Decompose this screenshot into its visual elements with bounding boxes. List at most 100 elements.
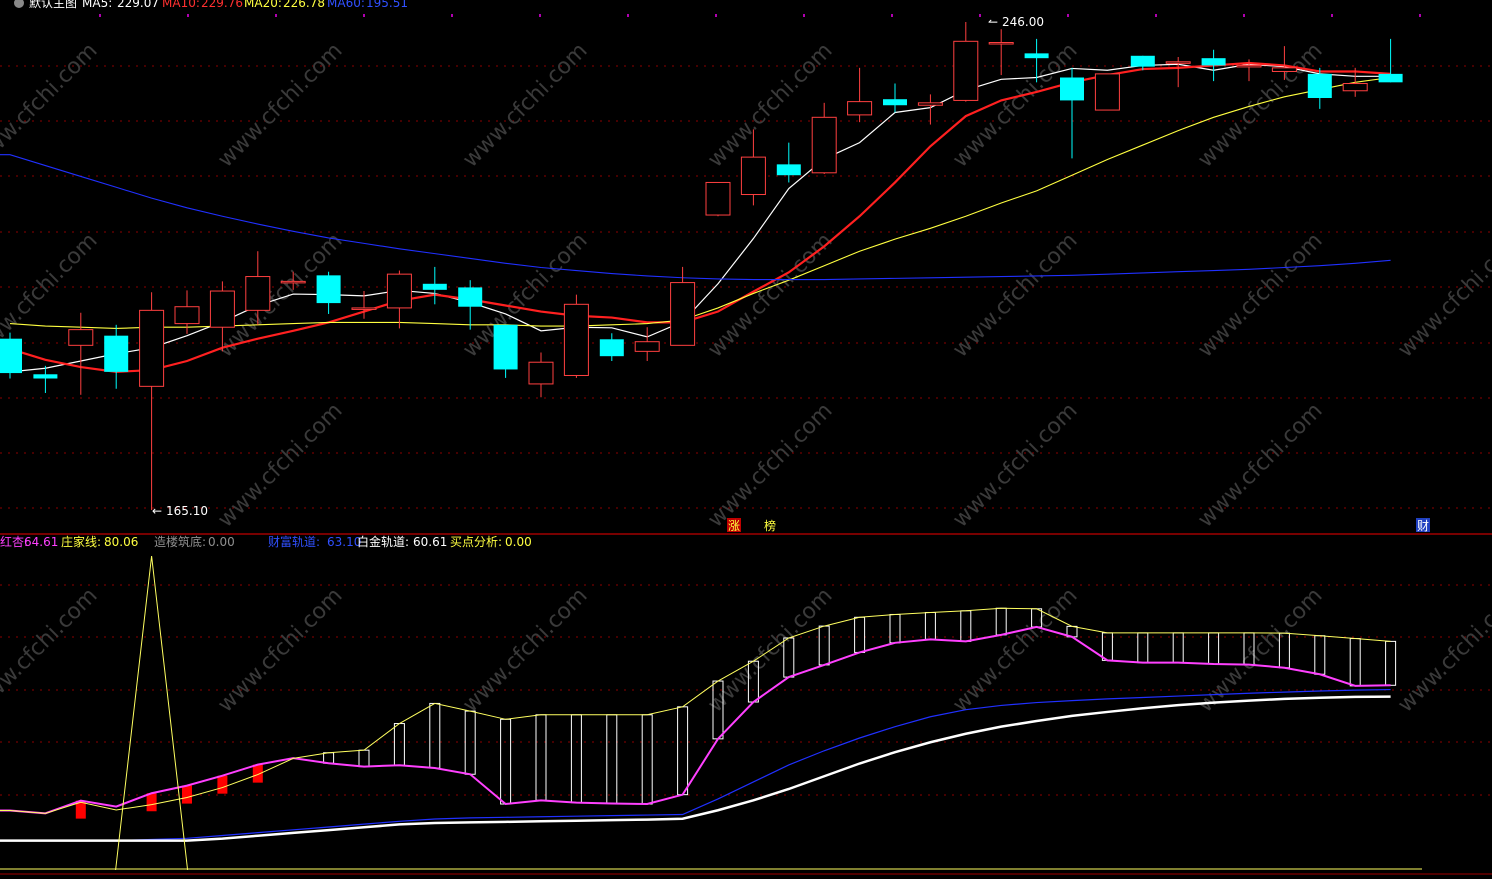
candle[interactable]: [776, 142, 801, 183]
candle[interactable]: [847, 67, 873, 123]
watermark-text: www.cfchi.com: [0, 38, 103, 172]
candle-body-up: [351, 307, 377, 310]
candle[interactable]: [386, 270, 412, 329]
candle-body-up: [68, 329, 94, 346]
watermark-text: www.cfchi.com: [948, 398, 1082, 532]
zhuangjia-value: 80.06: [104, 535, 138, 549]
candle-body-down: [316, 275, 341, 304]
zhuangjia-label: 庄家线:: [61, 534, 101, 549]
candle[interactable]: [599, 333, 624, 362]
main-legend: ) 默认主图 MA5: 229.07 MA10: 229.76 MA20: 22…: [0, 0, 408, 10]
candle[interactable]: [883, 83, 907, 113]
candle-body-up: [740, 156, 766, 196]
indicator-bar: [995, 607, 1007, 636]
indicator-bar: [606, 714, 618, 804]
candle[interactable]: [422, 266, 447, 305]
candle[interactable]: [1307, 67, 1332, 109]
candle-body-down: [883, 99, 907, 106]
candle[interactable]: [68, 312, 94, 395]
watermark-text: www.cfchi.com: [458, 583, 592, 717]
indicator-bar: [393, 723, 405, 766]
indicator-bar: [641, 714, 653, 805]
sub-legend: 红杏: 64.61 庄家线: 80.06 造楼筑底: 0.00 财富轨道: 63…: [0, 534, 532, 549]
candle[interactable]: [33, 365, 58, 393]
candle[interactable]: [1094, 73, 1120, 111]
candle-body-up: [139, 309, 165, 387]
candle[interactable]: [1165, 56, 1191, 88]
chart-canvas[interactable]: www.cfchi.com www.cfchi.com www.cfchi.com w…: [0, 0, 1492, 879]
candle[interactable]: [811, 102, 837, 175]
marker-cai[interactable]: 财: [1417, 519, 1429, 533]
candle-body-up: [528, 361, 554, 385]
indicator-bar: [464, 710, 476, 775]
candle-body-up: [1236, 64, 1262, 68]
candle[interactable]: [563, 294, 589, 378]
low-price-label: 165.10: [166, 504, 208, 518]
baijin-label: 白金轨道:: [357, 534, 409, 549]
zaolou-label: 造楼筑底:: [154, 534, 206, 549]
candle[interactable]: [139, 292, 165, 510]
ma-line-ma60: [0, 154, 1391, 281]
candle[interactable]: [670, 266, 696, 346]
watermark-text: www.cfchi.com: [703, 228, 837, 362]
candle-body-up: [847, 101, 873, 116]
candle[interactable]: [988, 29, 1014, 76]
watermark-text: www.cfchi.com: [1193, 228, 1327, 362]
indicator-bar: [1137, 632, 1149, 664]
indicator-bar: [1172, 632, 1184, 664]
high-price-arrow-icon: ↼: [988, 15, 998, 29]
candle-body-down: [33, 374, 58, 379]
indicator-red-bar: [182, 785, 192, 804]
candle-body-up: [988, 42, 1014, 45]
candle[interactable]: [1378, 38, 1403, 83]
indicator-line-2: [0, 688, 1391, 842]
candle[interactable]: [528, 352, 554, 398]
watermark-text: www.cfchi.com: [1193, 398, 1327, 532]
candle-body-up: [1342, 83, 1368, 92]
maidian-label: 买点分析:: [450, 535, 502, 549]
circle-check-icon[interactable]: [14, 0, 24, 8]
candle-body-up: [174, 306, 200, 325]
candle-body-down: [1201, 58, 1226, 66]
candle[interactable]: [0, 332, 22, 379]
candle[interactable]: [493, 324, 518, 378]
main-price-chart[interactable]: [0, 22, 1403, 510]
candle[interactable]: [1060, 67, 1084, 159]
legend-bracket: ): [0, 0, 1, 10]
candle-body-up: [1165, 61, 1191, 64]
candle[interactable]: [917, 94, 943, 125]
watermark-text: www.cfchi.com: [213, 398, 347, 532]
watermark-text: www.cfchi.com: [458, 38, 592, 172]
candle-body-down: [1378, 73, 1403, 83]
candle-body-up: [386, 273, 412, 309]
candle-body-up: [953, 40, 979, 101]
candle[interactable]: [316, 271, 341, 314]
candle[interactable]: [104, 324, 129, 389]
candle[interactable]: [634, 327, 660, 362]
candle[interactable]: [1201, 49, 1226, 82]
hongxing-value: 64.61: [24, 535, 58, 549]
candle-body-up: [670, 282, 696, 346]
indicator-bar: [358, 749, 370, 768]
candle-body-up: [917, 102, 943, 106]
event-markers[interactable]: 涨 榜 财: [727, 518, 1430, 533]
marker-bang[interactable]: 榜: [764, 518, 776, 533]
watermark-text: www.cfchi.com: [0, 583, 103, 717]
zaolou-value: 0.00: [208, 535, 235, 549]
candle-body-up: [280, 280, 306, 284]
watermark-text: www.cfchi.com: [213, 38, 347, 172]
watermark-layer: www.cfchi.com www.cfchi.com www.cfchi.com w…: [0, 38, 1492, 717]
zaolou-spike: [115, 555, 189, 871]
indicator-red-bar: [252, 764, 263, 783]
candle-body-up: [563, 303, 589, 376]
candle-body-down: [599, 339, 624, 357]
candle-body-down: [1130, 55, 1155, 67]
candle-body-up: [634, 341, 660, 352]
indicator-bar: [818, 625, 830, 666]
candle[interactable]: [458, 280, 483, 330]
marker-zhang[interactable]: 涨: [728, 518, 740, 533]
candle[interactable]: [705, 181, 731, 217]
candle[interactable]: [953, 22, 979, 102]
indicator-bar: [854, 616, 866, 653]
candle-body-down: [1307, 73, 1332, 99]
